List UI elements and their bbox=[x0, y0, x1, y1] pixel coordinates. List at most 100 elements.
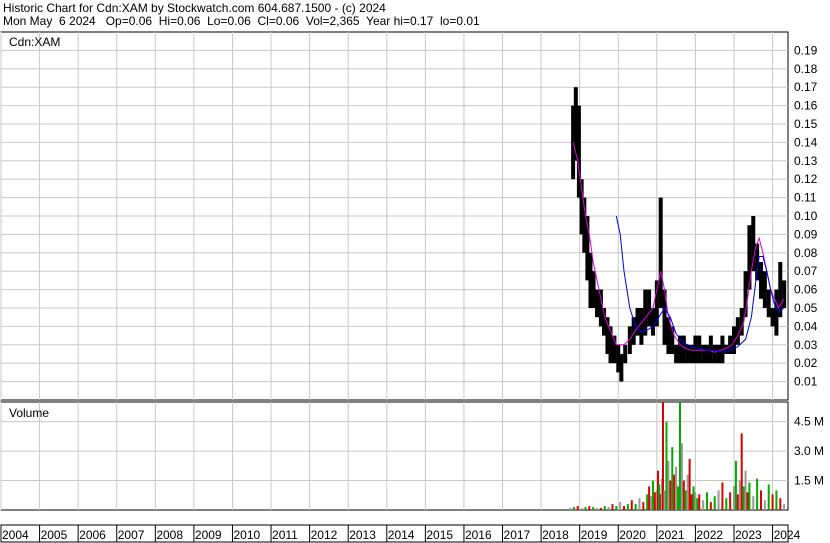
volume-bar bbox=[638, 498, 641, 510]
price-y-tick-label: 0.01 bbox=[794, 375, 818, 389]
price-bar bbox=[595, 289, 600, 318]
price-y-tick-label: 0.10 bbox=[794, 209, 818, 223]
volume-bar bbox=[767, 484, 770, 510]
x-tick-label: 2019 bbox=[581, 528, 608, 542]
volume-bar bbox=[673, 474, 676, 510]
price-bar bbox=[658, 197, 663, 308]
volume-y-tick-label: 4.5 M bbox=[794, 415, 824, 429]
price-bar bbox=[747, 225, 752, 290]
price-y-tick-label: 0.08 bbox=[794, 246, 818, 260]
price-bar bbox=[681, 335, 686, 364]
volume-bar bbox=[686, 474, 689, 510]
price-bar bbox=[623, 344, 628, 364]
volume-title: Volume bbox=[9, 406, 49, 420]
volume-bar bbox=[576, 506, 579, 510]
x-tick-label: 2007 bbox=[118, 528, 145, 542]
volume-bar bbox=[682, 480, 685, 510]
x-tick-label: 2021 bbox=[658, 528, 685, 542]
price-bar bbox=[778, 262, 783, 318]
x-tick-label: 2006 bbox=[79, 528, 106, 542]
price-y-tick-label: 0.15 bbox=[794, 117, 818, 131]
volume-bar bbox=[653, 492, 656, 510]
volume-bar bbox=[729, 492, 732, 510]
volume-bar bbox=[748, 482, 751, 510]
price-bar bbox=[716, 344, 721, 364]
price-y-tick-label: 0.18 bbox=[794, 62, 818, 76]
x-tick-label: 2024 bbox=[774, 528, 801, 542]
price-bar bbox=[762, 271, 767, 308]
volume-bar bbox=[721, 482, 724, 510]
price-bar bbox=[647, 289, 652, 327]
price-y-tick-label: 0.05 bbox=[794, 301, 818, 315]
price-y-tick-label: 0.03 bbox=[794, 338, 818, 352]
volume-bar bbox=[740, 433, 743, 510]
volume-bar bbox=[663, 490, 666, 510]
price-bar bbox=[639, 308, 644, 345]
volume-bar bbox=[572, 507, 575, 510]
price-y-tick-label: 0.14 bbox=[794, 135, 818, 149]
volume-bar bbox=[603, 506, 606, 510]
x-tick-label: 2014 bbox=[388, 528, 415, 542]
volume-bar bbox=[611, 504, 614, 510]
volume-bar bbox=[771, 494, 774, 510]
x-tick-label: 2020 bbox=[619, 528, 646, 542]
price-bar bbox=[689, 344, 694, 364]
price-bar bbox=[697, 335, 702, 364]
volume-bar bbox=[752, 496, 755, 510]
price-bar bbox=[591, 271, 596, 308]
price-bar bbox=[635, 308, 640, 336]
volume-bar bbox=[630, 500, 633, 510]
volume-bar bbox=[709, 502, 712, 510]
volume-bar bbox=[732, 486, 735, 510]
volume-bar bbox=[713, 496, 716, 510]
volume-bar bbox=[779, 498, 782, 510]
volume-bar bbox=[650, 496, 653, 510]
volume-bar bbox=[746, 492, 749, 510]
x-tick-label: 2018 bbox=[542, 528, 569, 542]
price-bar bbox=[701, 344, 706, 364]
volume-bar bbox=[742, 486, 745, 510]
volume-bar bbox=[698, 494, 701, 510]
price-y-tick-label: 0.07 bbox=[794, 264, 818, 278]
price-y-tick-label: 0.04 bbox=[794, 319, 818, 333]
price-bar bbox=[782, 280, 787, 308]
x-tick-label: 2009 bbox=[195, 528, 222, 542]
volume-y-tick-label: 1.5 M bbox=[794, 474, 824, 488]
price-bar bbox=[704, 344, 709, 364]
volume-bar bbox=[646, 494, 649, 510]
volume-bar bbox=[759, 490, 762, 510]
volume-bar bbox=[680, 443, 683, 510]
volume-bar bbox=[717, 490, 720, 510]
x-tick-label: 2023 bbox=[735, 528, 762, 542]
price-bar bbox=[693, 335, 698, 364]
volume-bar bbox=[783, 504, 786, 510]
volume-bar bbox=[592, 507, 595, 510]
volume-bar bbox=[696, 498, 699, 510]
price-bar bbox=[758, 262, 763, 299]
volume-bar bbox=[744, 470, 747, 510]
x-axis: 2004 2005 2006 2007 2008 2009 2010 2011 2012 2013… bbox=[0, 525, 801, 542]
volume-bar bbox=[694, 492, 697, 510]
volume-bar bbox=[648, 486, 651, 510]
price-bar bbox=[619, 354, 624, 382]
x-tick-label: 2016 bbox=[465, 528, 492, 542]
price-bar bbox=[674, 344, 679, 364]
volume-bar bbox=[607, 507, 610, 510]
price-bar bbox=[770, 308, 775, 327]
price-bar bbox=[735, 317, 740, 345]
volume-bar bbox=[736, 494, 739, 510]
volume-bar bbox=[677, 486, 680, 510]
volume-bar bbox=[651, 480, 654, 510]
x-tick-label: 2005 bbox=[41, 528, 68, 542]
volume-bar bbox=[671, 447, 674, 510]
price-y-tick-label: 0.11 bbox=[794, 191, 817, 205]
price-bar bbox=[712, 344, 717, 364]
volume-bar bbox=[569, 508, 572, 510]
volume-bar bbox=[738, 480, 741, 510]
volume-bar bbox=[763, 500, 766, 510]
volume-bar bbox=[665, 421, 668, 510]
volume-bar bbox=[734, 460, 737, 510]
volume-bar bbox=[692, 486, 695, 510]
price-bar bbox=[708, 335, 713, 364]
volume-bar bbox=[725, 498, 728, 510]
